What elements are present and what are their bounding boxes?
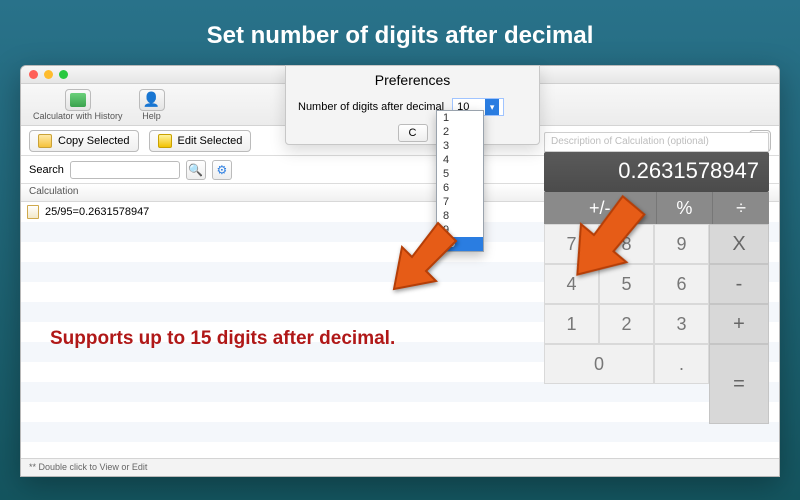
plus-button[interactable]: + [709,304,769,344]
divide-button[interactable]: ÷ [713,192,769,224]
history-text: 25/95=0.2631578947 [45,206,149,218]
equals-button[interactable]: = [709,344,769,424]
copy-selected-label: Copy Selected [58,135,130,147]
key-dot[interactable]: . [654,344,709,384]
side-operators: X - + = [709,224,769,424]
key-1[interactable]: 1 [544,304,599,344]
toolbar-calculator-button[interactable]: Calculator with History [27,87,129,123]
chevron-down-icon: ▾ [485,99,499,115]
calculator-display: 0.2631578947 [544,152,769,192]
minimize-icon[interactable] [44,70,53,79]
search-label: Search [29,164,64,176]
key-3[interactable]: 3 [654,304,709,344]
option-1[interactable]: 1 [437,111,483,125]
settings-button[interactable]: ⚙ [212,160,232,180]
description-input[interactable]: Description of Calculation (optional) [544,132,769,152]
key-6[interactable]: 6 [654,264,709,304]
edit-selected-label: Edit Selected [178,135,243,147]
option-6[interactable]: 6 [437,181,483,195]
preferences-title: Preferences [286,66,539,94]
clipboard-icon [38,134,52,148]
option-3[interactable]: 3 [437,139,483,153]
key-2[interactable]: 2 [599,304,654,344]
edit-selected-button[interactable]: Edit Selected [149,130,252,152]
search-input[interactable] [70,161,180,179]
search-icon: 🔍 [188,163,203,177]
annotation-caption: Supports up to 15 digits after decimal. [50,328,395,350]
minus-button[interactable]: - [709,264,769,304]
annotation-arrow-left [378,215,458,295]
preferences-sheet: Preferences Number of digits after decim… [285,65,540,145]
option-7[interactable]: 7 [437,195,483,209]
option-2[interactable]: 2 [437,125,483,139]
copy-selected-button[interactable]: Copy Selected [29,130,139,152]
decimal-digits-label: Number of digits after decimal [298,101,444,113]
calculator-icon [70,93,86,107]
gear-icon: ⚙ [216,163,227,177]
key-9[interactable]: 9 [654,224,709,264]
close-icon[interactable] [29,70,38,79]
zoom-icon[interactable] [59,70,68,79]
hero-title: Set number of digits after decimal [0,0,800,56]
search-button[interactable]: 🔍 [186,160,206,180]
pencil-icon [158,134,172,148]
toolbar-calculator-label: Calculator with History [33,111,123,121]
option-5[interactable]: 5 [437,167,483,181]
help-icon: 👤 [143,91,160,108]
preferences-ok-button[interactable]: C [398,124,428,142]
key-0[interactable]: 0 [544,344,654,384]
multiply-button[interactable]: X [709,224,769,264]
annotation-arrow-right [556,186,654,284]
toolbar-help-button[interactable]: 👤 Help [133,87,171,123]
toolbar-help-label: Help [142,111,161,121]
document-icon [27,205,39,219]
percent-button[interactable]: % [657,192,714,224]
status-footer: ** Double click to View or Edit [21,458,779,476]
option-4[interactable]: 4 [437,153,483,167]
